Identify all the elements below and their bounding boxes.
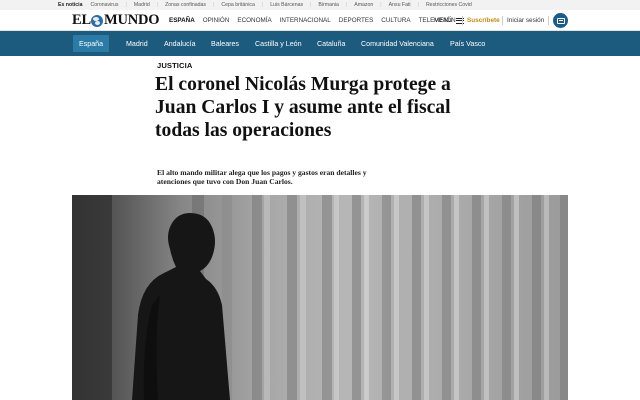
- trending-separator: |: [125, 2, 127, 8]
- main-nav: ESPAÑA OPINIÓN ECONOMÍA INTERNACIONAL DE…: [169, 10, 464, 31]
- trending-separator: |: [213, 2, 215, 8]
- kiosk-newspaper-icon[interactable]: [553, 13, 568, 28]
- nav-economia[interactable]: ECONOMÍA: [237, 17, 271, 24]
- article-headline: El coronel Nicolás Murga protege a Juan …: [155, 74, 451, 142]
- article-section-kicker[interactable]: JUSTICIA: [157, 61, 192, 70]
- trending-link[interactable]: Zonas confinadas: [165, 2, 206, 8]
- article-subheadline: El alto mando militar alega que los pago…: [157, 168, 367, 187]
- region-baleares[interactable]: Baleares: [211, 35, 239, 52]
- nav-cultura[interactable]: CULTURA: [381, 17, 410, 24]
- trending-link[interactable]: Coronavirus: [91, 2, 119, 8]
- trending-link[interactable]: Luis Bárcenas: [270, 2, 303, 8]
- globe-icon: [91, 14, 104, 27]
- region-andalucia[interactable]: Andalucía: [164, 35, 196, 52]
- trending-separator: |: [156, 2, 159, 8]
- site-logo[interactable]: EL MUNDO: [72, 12, 160, 29]
- trending-separator: |: [417, 2, 419, 8]
- trending-separator: |: [345, 2, 348, 8]
- trending-separator: |: [380, 2, 382, 8]
- trending-link[interactable]: Restricciones Covid: [426, 2, 472, 8]
- trending-link[interactable]: Cepa británica: [221, 2, 254, 8]
- trending-link[interactable]: Amazon: [354, 2, 373, 8]
- region-pais-vasco[interactable]: País Vasco: [450, 35, 485, 52]
- region-madrid[interactable]: Madrid: [126, 35, 148, 52]
- trending-link[interactable]: Birmania: [318, 2, 338, 8]
- logo-text-right: MUNDO: [103, 12, 160, 28]
- trending-bar: Es noticia Coronavirus | Madrid | Zonas co…: [0, 0, 640, 10]
- masthead: EL MUNDO ESPAÑA OPINIÓN ECONOMÍA INTERNA…: [0, 10, 640, 31]
- region-comunidad-valenciana[interactable]: Comunidad Valenciana: [361, 35, 434, 52]
- trending-link[interactable]: Ansu Fati: [389, 2, 411, 8]
- login-link[interactable]: Iniciar sesión: [507, 10, 544, 31]
- nav-espana[interactable]: ESPAÑA: [169, 17, 195, 24]
- region-espana[interactable]: España: [73, 35, 110, 52]
- divider: [548, 16, 549, 25]
- nav-internacional[interactable]: INTERNACIONAL: [280, 17, 331, 24]
- region-castilla-y-leon[interactable]: Castilla y León: [255, 35, 302, 52]
- divider: [502, 16, 503, 25]
- subscribe-link[interactable]: Suscríbete: [467, 10, 500, 31]
- regional-nav: España Madrid Andalucía Baleares Castill…: [0, 31, 640, 56]
- divider: [462, 16, 463, 25]
- trending-separator: |: [310, 2, 312, 8]
- trending-lead: Es noticia: [58, 2, 83, 8]
- menu-label: MENÚ: [434, 17, 453, 24]
- logo-text-left: EL: [72, 12, 91, 28]
- menu-button[interactable]: MENÚ: [434, 10, 464, 31]
- article-photo: [72, 195, 568, 400]
- nav-opinion[interactable]: OPINIÓN: [203, 17, 230, 24]
- trending-link[interactable]: Madrid: [134, 2, 150, 8]
- trending-separator: |: [261, 2, 264, 8]
- nav-deportes[interactable]: DEPORTES: [339, 17, 374, 24]
- photo-scene: [72, 195, 568, 400]
- region-cataluna[interactable]: Cataluña: [317, 35, 345, 52]
